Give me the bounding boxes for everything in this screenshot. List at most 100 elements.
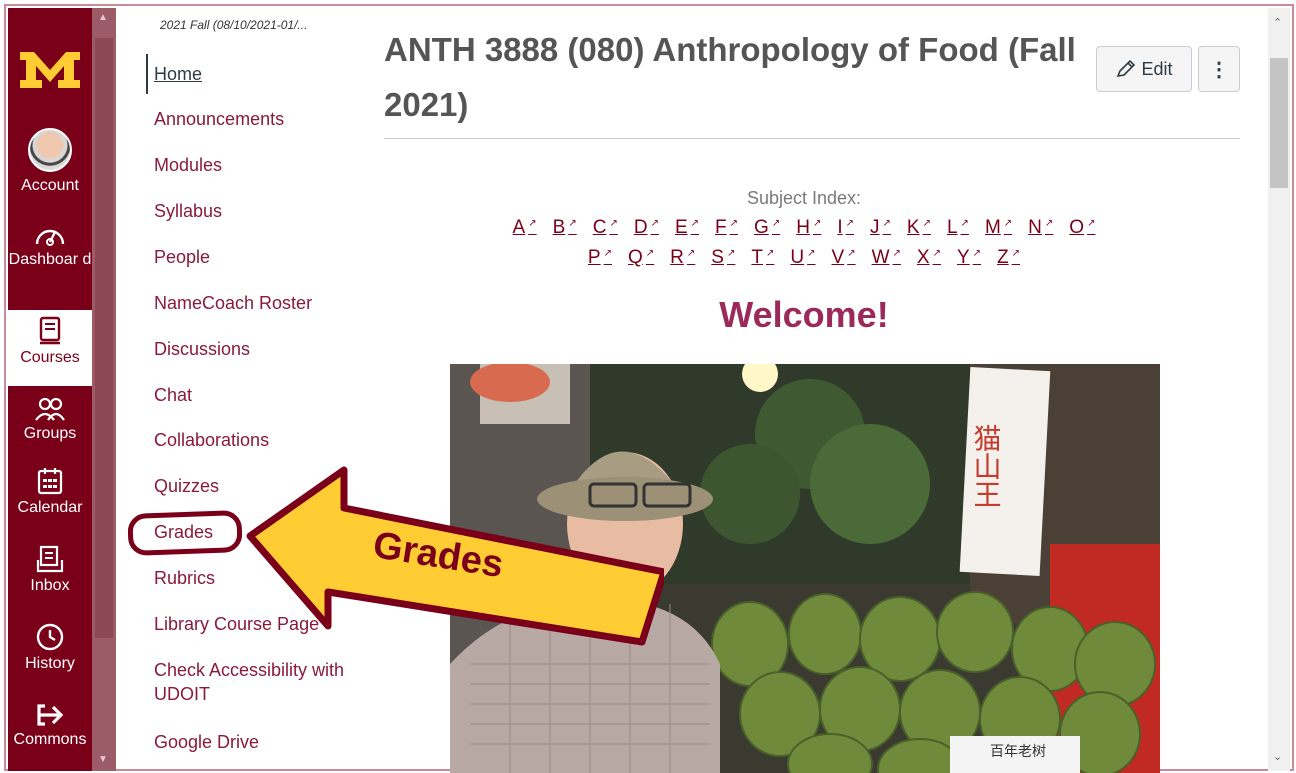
subject-index-link[interactable]: I ↗ (837, 217, 854, 239)
subject-index-link[interactable]: X ↗ (917, 247, 941, 269)
course-nav-collaborations[interactable]: Collaborations (154, 428, 269, 452)
subject-index-link[interactable]: E ↗ (675, 217, 699, 239)
subject-index-link[interactable]: W ↗ (872, 247, 901, 269)
global-nav-scroll-thumb[interactable] (95, 38, 113, 638)
grades-arrow-callout: Grades (246, 466, 664, 646)
nav-calendar-label: Calendar (17, 499, 83, 516)
nav-history-label: History (25, 655, 75, 672)
subject-index-link[interactable]: Q ↗ (628, 247, 654, 269)
scroll-down-arrow-icon[interactable]: ⌄ (1273, 750, 1282, 763)
term-label: 2021 Fall (08/10/2021-01/... (160, 18, 308, 32)
nav-account[interactable]: Account (8, 128, 92, 196)
subject-index-link[interactable]: U ↗ (790, 247, 815, 269)
subject-index-link[interactable]: K ↗ (907, 217, 931, 239)
external-link-icon: ↗ (650, 217, 659, 229)
nav-account-label: Account (21, 177, 79, 194)
external-link-icon: ↗ (609, 217, 618, 229)
course-nav-namecoach-roster[interactable]: NameCoach Roster (154, 291, 312, 315)
account-avatar (28, 128, 72, 172)
nav-inbox[interactable]: Inbox (8, 544, 92, 596)
nav-courses[interactable]: Courses (8, 310, 92, 386)
external-link-icon: ↗ (1044, 217, 1054, 229)
course-navigation: 2021 Fall (08/10/2021-01/... Home Announ… (120, 8, 370, 771)
course-nav-chat[interactable]: Chat (154, 383, 192, 407)
subject-index-link[interactable]: B ↗ (553, 217, 577, 239)
external-link-icon: ↗ (603, 247, 612, 259)
external-link-icon: ↗ (726, 247, 736, 259)
subject-index-link[interactable]: O ↗ (1069, 217, 1095, 239)
subject-index-link[interactable]: F ↗ (715, 217, 738, 239)
subject-index-link[interactable]: T ↗ (751, 247, 774, 269)
pencil-icon (1117, 59, 1136, 78)
subject-index-link[interactable]: S ↗ (711, 247, 735, 269)
course-nav-quizzes[interactable]: Quizzes (154, 474, 219, 498)
external-link-icon: ↗ (528, 217, 537, 229)
course-nav-syllabus[interactable]: Syllabus (154, 199, 222, 223)
course-nav-people[interactable]: People (154, 245, 210, 269)
clock-icon (36, 623, 64, 651)
course-nav-modules[interactable]: Modules (154, 153, 222, 177)
nav-dashboard[interactable]: Dashboar d (8, 222, 92, 270)
subject-index-link[interactable]: R ↗ (670, 247, 695, 269)
subject-index-link[interactable]: D ↗ (634, 217, 659, 239)
more-options-button[interactable]: ⋮ (1198, 46, 1240, 92)
subject-index-link[interactable]: N ↗ (1028, 217, 1053, 239)
nav-commons-label: Commons (13, 731, 87, 748)
course-nav-announcements[interactable]: Announcements (154, 107, 284, 131)
nav-history[interactable]: History (8, 622, 92, 674)
edit-button[interactable]: Edit (1096, 46, 1192, 92)
title-divider (384, 138, 1240, 139)
scroll-up-arrow-icon[interactable]: ⌃ (1273, 16, 1282, 29)
subject-index-link[interactable]: Z ↗ (997, 247, 1020, 269)
nav-dashboard-label: Dashboar d (8, 251, 92, 268)
scroll-down-arrow-icon[interactable]: ▼ (98, 754, 108, 765)
external-link-icon: ↗ (845, 217, 854, 229)
courses-icon (39, 316, 61, 345)
groups-icon (35, 397, 65, 421)
active-indicator (146, 54, 148, 94)
global-nav-scrollbar[interactable]: ▲ ▼ (92, 8, 116, 771)
external-link-icon: ↗ (771, 217, 781, 229)
page-title: ANTH 3888 (080) Anthropology of Food (Fa… (384, 31, 1076, 123)
course-nav-home[interactable]: Home (154, 62, 202, 86)
external-link-icon: ↗ (690, 217, 700, 229)
subject-index-link[interactable]: M ↗ (985, 217, 1012, 239)
university-logo[interactable] (18, 44, 82, 90)
sign-text: 猫山王 (970, 424, 1003, 508)
subject-index-link[interactable]: J ↗ (870, 217, 891, 239)
course-nav-rubrics[interactable]: Rubrics (154, 566, 215, 590)
external-link-icon: ↗ (1003, 217, 1013, 229)
course-nav-discussions[interactable]: Discussions (154, 337, 250, 361)
subject-index-link[interactable]: G ↗ (754, 217, 780, 239)
nav-commons[interactable]: Commons (8, 702, 92, 750)
external-link-icon: ↗ (686, 247, 696, 259)
subject-index-label: Subject Index: (746, 188, 862, 208)
nav-calendar[interactable]: Calendar (8, 466, 92, 518)
subject-index-link[interactable]: L ↗ (947, 217, 969, 239)
subject-index-link[interactable]: C ↗ (593, 217, 618, 239)
external-link-icon: ↗ (568, 217, 577, 229)
scroll-up-arrow-icon[interactable]: ▲ (98, 12, 108, 23)
external-link-icon: ↗ (765, 247, 775, 259)
subject-index-link[interactable]: V ↗ (832, 247, 856, 269)
global-navigation: Account Dashboar d Courses Groups Calend… (8, 8, 92, 771)
nav-groups-label: Groups (23, 425, 77, 442)
course-nav-udoit[interactable]: Check Accessibility with UDOIT (154, 658, 354, 706)
external-link-icon: ↗ (892, 247, 901, 259)
subject-index-row-2: P ↗ Q ↗ R ↗ S ↗ T ↗ U ↗ V ↗ W ↗ X ↗ Y ↗ Z ↗ (384, 247, 1224, 269)
external-link-icon: ↗ (972, 247, 982, 259)
subject-index-link[interactable]: P ↗ (588, 247, 612, 269)
course-nav-google-drive[interactable]: Google Drive (154, 730, 259, 754)
nav-groups[interactable]: Groups (8, 396, 92, 444)
subject-index-link[interactable]: Y ↗ (957, 247, 981, 269)
grades-highlight-circle (127, 510, 243, 556)
page-scroll-thumb[interactable] (1270, 58, 1288, 188)
external-link-icon: ↗ (960, 217, 969, 229)
subject-index-link[interactable]: A ↗ (513, 217, 537, 239)
nav-courses-label: Courses (20, 349, 80, 366)
commons-icon (37, 704, 64, 726)
external-link-icon: ↗ (729, 217, 739, 229)
subject-index-link[interactable]: H ↗ (796, 217, 821, 239)
nav-inbox-label: Inbox (30, 577, 70, 594)
page-scrollbar[interactable]: ⌃ ⌄ (1268, 8, 1290, 771)
